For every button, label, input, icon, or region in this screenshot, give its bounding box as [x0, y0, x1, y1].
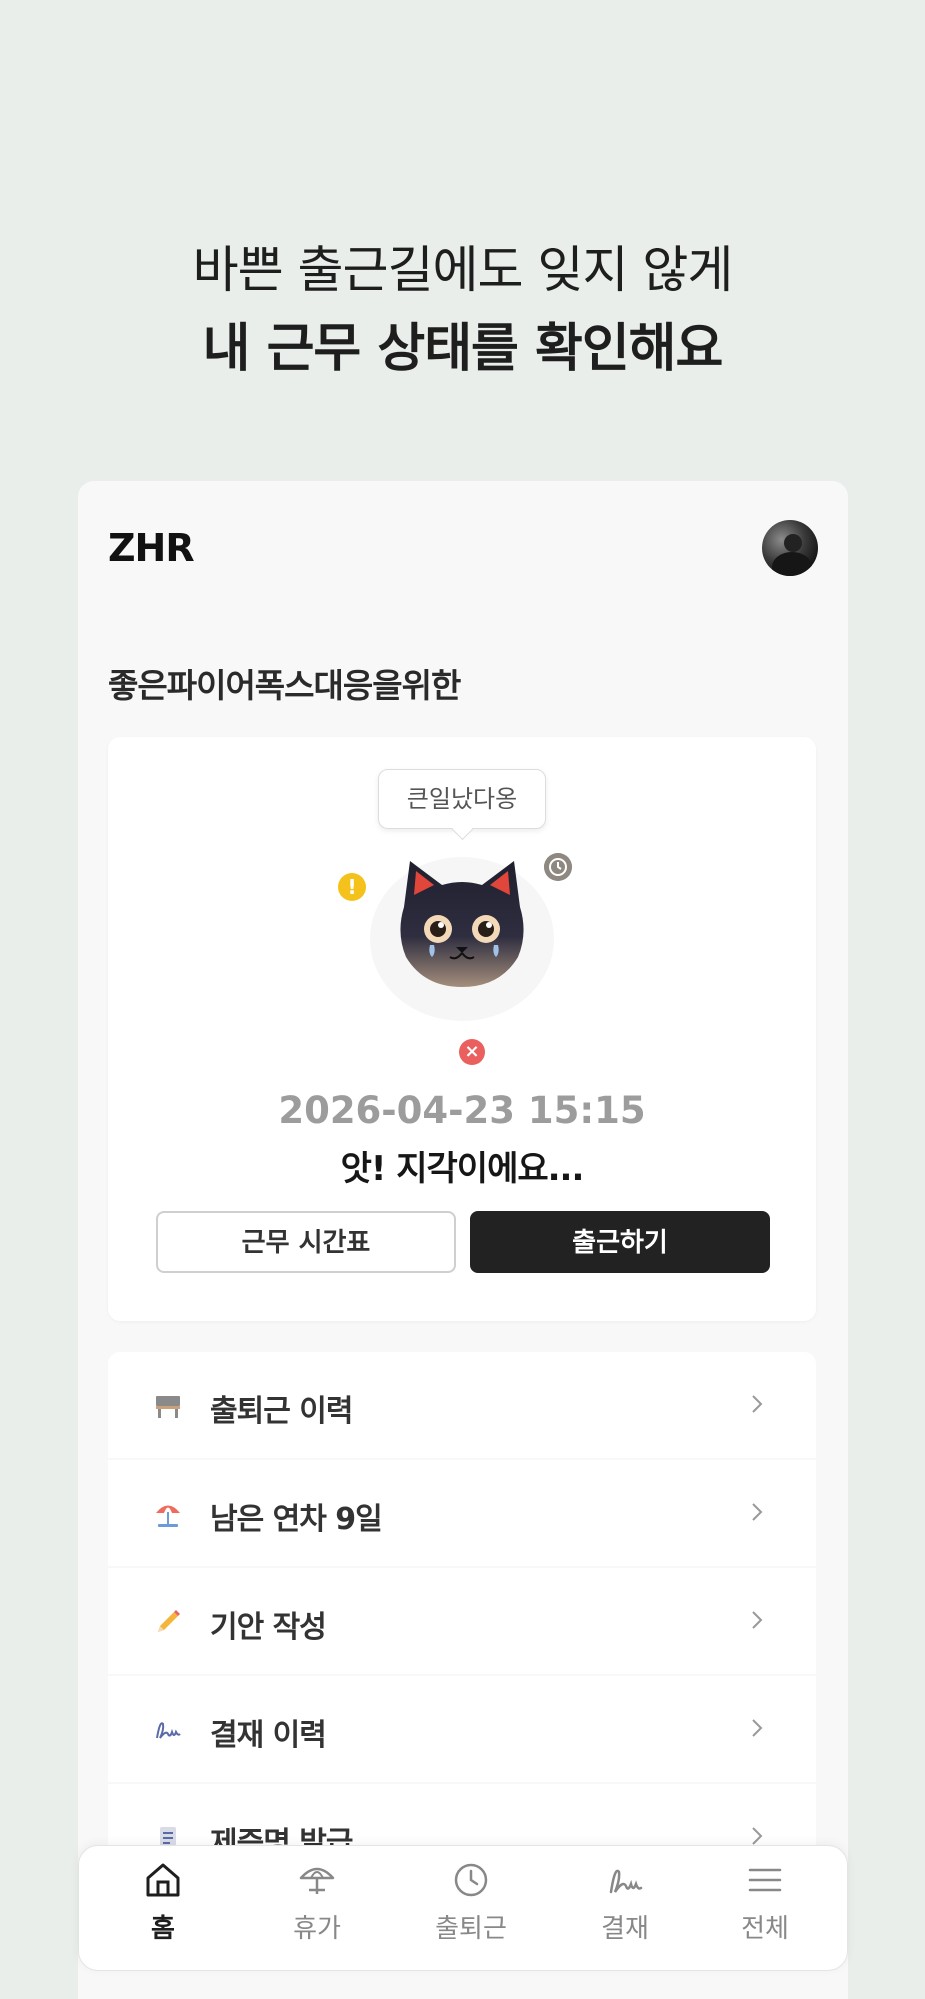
menu-item-draft-document[interactable]: 기안 작성 — [108, 1568, 816, 1674]
promo-line-1: 바쁜 출근길에도 잊지 않게 — [192, 241, 734, 299]
check-in-button[interactable]: 출근하기 — [470, 1211, 770, 1273]
clock-icon — [454, 1863, 488, 1897]
tab-approval[interactable]: 결재 — [555, 1860, 695, 1960]
menu-item-attendance-history[interactable]: 출퇴근 이력 — [108, 1352, 816, 1458]
tab-attendance[interactable]: 출퇴근 — [401, 1860, 541, 1960]
chevron-right-icon — [752, 1395, 763, 1413]
tab-label: 결재 — [601, 1914, 649, 1944]
menu-item-approval-history[interactable]: 결재 이력 — [108, 1676, 816, 1782]
menu-icon — [748, 1868, 782, 1892]
signature-icon — [609, 1869, 643, 1894]
tab-label: 전체 — [741, 1914, 789, 1944]
tab-label: 휴가 — [293, 1914, 341, 1944]
tab-label: 출퇴근 — [435, 1914, 507, 1944]
clock-badge-icon — [544, 853, 572, 881]
crying-cat-icon — [400, 861, 524, 987]
tab-label: 홈 — [151, 1914, 175, 1944]
chevron-right-icon — [752, 1611, 763, 1629]
attendance-status-card: 큰일났다옹 ! × 2026-04-23 15:15 앗! 지각이에요... 근… — [108, 737, 816, 1321]
menu-item-label: 기안 작성 — [210, 1610, 327, 1645]
menu-item-label: 남은 연차 9일 — [210, 1502, 383, 1537]
tab-leave[interactable]: 휴가 — [247, 1860, 387, 1960]
pencil-icon — [158, 1610, 180, 1632]
menu-item-label: 출퇴근 이력 — [210, 1394, 353, 1429]
avatar[interactable] — [762, 520, 818, 576]
menu-item-label: 결재 이력 — [210, 1718, 327, 1753]
desk-icon — [156, 1396, 180, 1418]
app-logo: ZHR — [108, 526, 195, 570]
chevron-right-icon — [752, 1827, 763, 1845]
beach-umbrella-icon — [156, 1505, 180, 1527]
signature-icon — [156, 1722, 181, 1739]
tab-all[interactable]: 전체 — [695, 1860, 835, 1960]
close-icon: × — [459, 1039, 485, 1065]
work-schedule-button[interactable]: 근무 시간표 — [156, 1211, 456, 1273]
attendance-status-text: 앗! 지각이에요... — [340, 1149, 585, 1189]
current-datetime: 2026-04-23 15:15 — [278, 1089, 646, 1132]
warning-icon: ! — [338, 873, 366, 901]
quick-menu-list: 출퇴근 이력 남은 연차 9일 기안 작성 결재 이력 제증명 발급 — [108, 1352, 816, 1892]
chevron-right-icon — [752, 1719, 763, 1737]
promo-header: 바쁜 출근길에도 잊지 않게 내 근무 상태를 확인해요 — [0, 0, 925, 480]
app-screen: ZHR 좋은파이어폭스대응을위한 큰일났다옹 ! × 2026-04-23 15… — [78, 481, 848, 1999]
home-icon — [146, 1863, 180, 1897]
tab-home[interactable]: 홈 — [93, 1860, 233, 1960]
company-name: 좋은파이어폭스대응을위한 — [108, 666, 461, 705]
promo-line-2: 내 근무 상태를 확인해요 — [202, 319, 724, 379]
bottom-tab-bar: 홈 휴가 출퇴근 결재 전체 — [78, 1845, 848, 1971]
speech-bubble: 큰일났다옹 — [378, 769, 546, 829]
umbrella-icon — [299, 1867, 335, 1894]
menu-item-remaining-leave[interactable]: 남은 연차 9일 — [108, 1460, 816, 1566]
chevron-right-icon — [752, 1503, 763, 1521]
